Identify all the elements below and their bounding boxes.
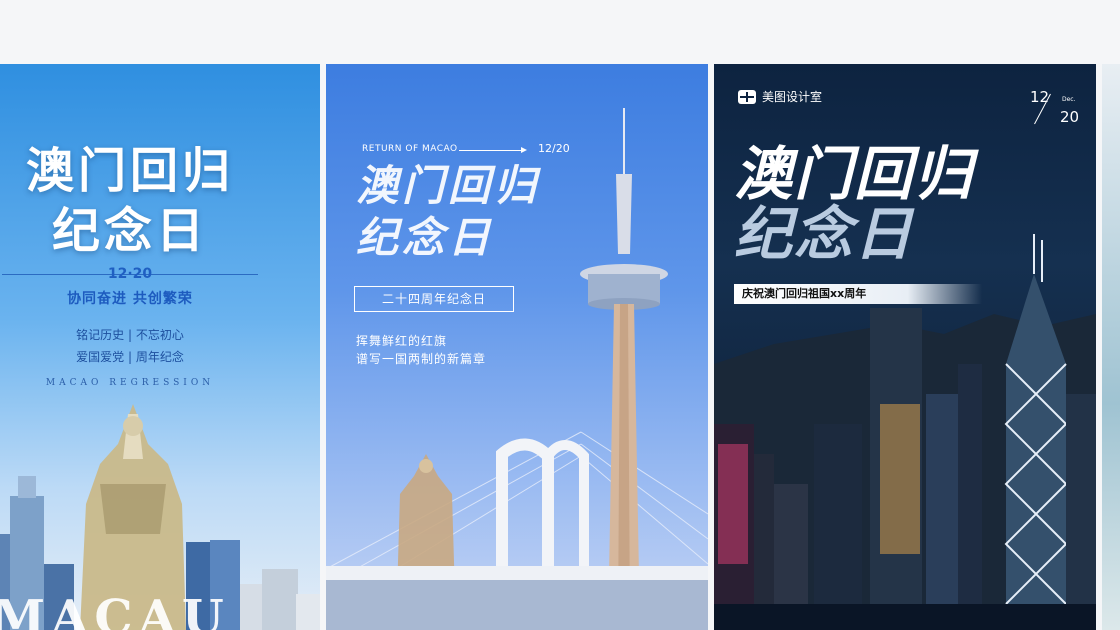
card1-line2: 爱国爱党 | 周年纪念: [76, 350, 184, 364]
card2-title-line1: 澳门回归: [356, 161, 541, 210]
card2-slogan-line2: 谱写一国两制的新篇章: [356, 352, 487, 366]
card3-month: 12: [1030, 88, 1050, 106]
card1-title-line2: 纪念日: [51, 203, 208, 259]
card3-brand-logo: 美图设计室: [738, 88, 822, 105]
card1-english-caption: MACAO REGRESSION: [45, 378, 215, 388]
card1-slogan: 协同奋进 共创繁荣: [67, 291, 193, 307]
card2-return-text: RETURN OF MACAO: [362, 144, 458, 154]
top-bar: [0, 0, 1120, 64]
card3-title-line2: 纪念日: [734, 200, 915, 268]
card2-date: 12/20: [538, 142, 570, 155]
brand-grid-icon: [738, 89, 756, 104]
card2-title-line2: 纪念日: [356, 213, 495, 262]
template-card-2[interactable]: RETURN OF MACAO 12/20 澳门回归 纪念日 二十四周年纪念日 …: [326, 64, 708, 630]
arrow-right-icon: [521, 147, 527, 153]
card1-date: 12·20: [107, 266, 153, 282]
card3-day: 20: [1060, 108, 1080, 126]
template-card-3[interactable]: 美图设计室 12 Dec. 20 澳门回归 纪念日 庆祝澳门回归祖国xx周年: [714, 64, 1096, 630]
card3-brand-name: 美图设计室: [762, 90, 823, 104]
card1-line1: 铭记历史 | 不忘初心: [76, 328, 184, 342]
card2-anniversary-box: 二十四周年纪念日: [354, 286, 514, 312]
card3-caption-band: 庆祝澳门回归祖国xx周年: [734, 284, 982, 304]
card1-title-line1: 澳门回归: [25, 143, 234, 199]
template-card-1[interactable]: 澳门回归 纪念日 12·20 协同奋进 共创繁荣 铭记历史 | 不忘初心 爱国爱…: [0, 64, 320, 630]
card2-arrow-line: [459, 150, 525, 151]
card1-macau-watermark: MACAU: [0, 590, 230, 630]
card2-slogan-line1: 挥舞鲜红的红旗: [356, 334, 448, 348]
card3-title-line1: 澳门回归: [734, 140, 975, 208]
template-card-4-partial[interactable]: [1102, 64, 1120, 630]
card3-month-en: Dec.: [1062, 96, 1076, 103]
